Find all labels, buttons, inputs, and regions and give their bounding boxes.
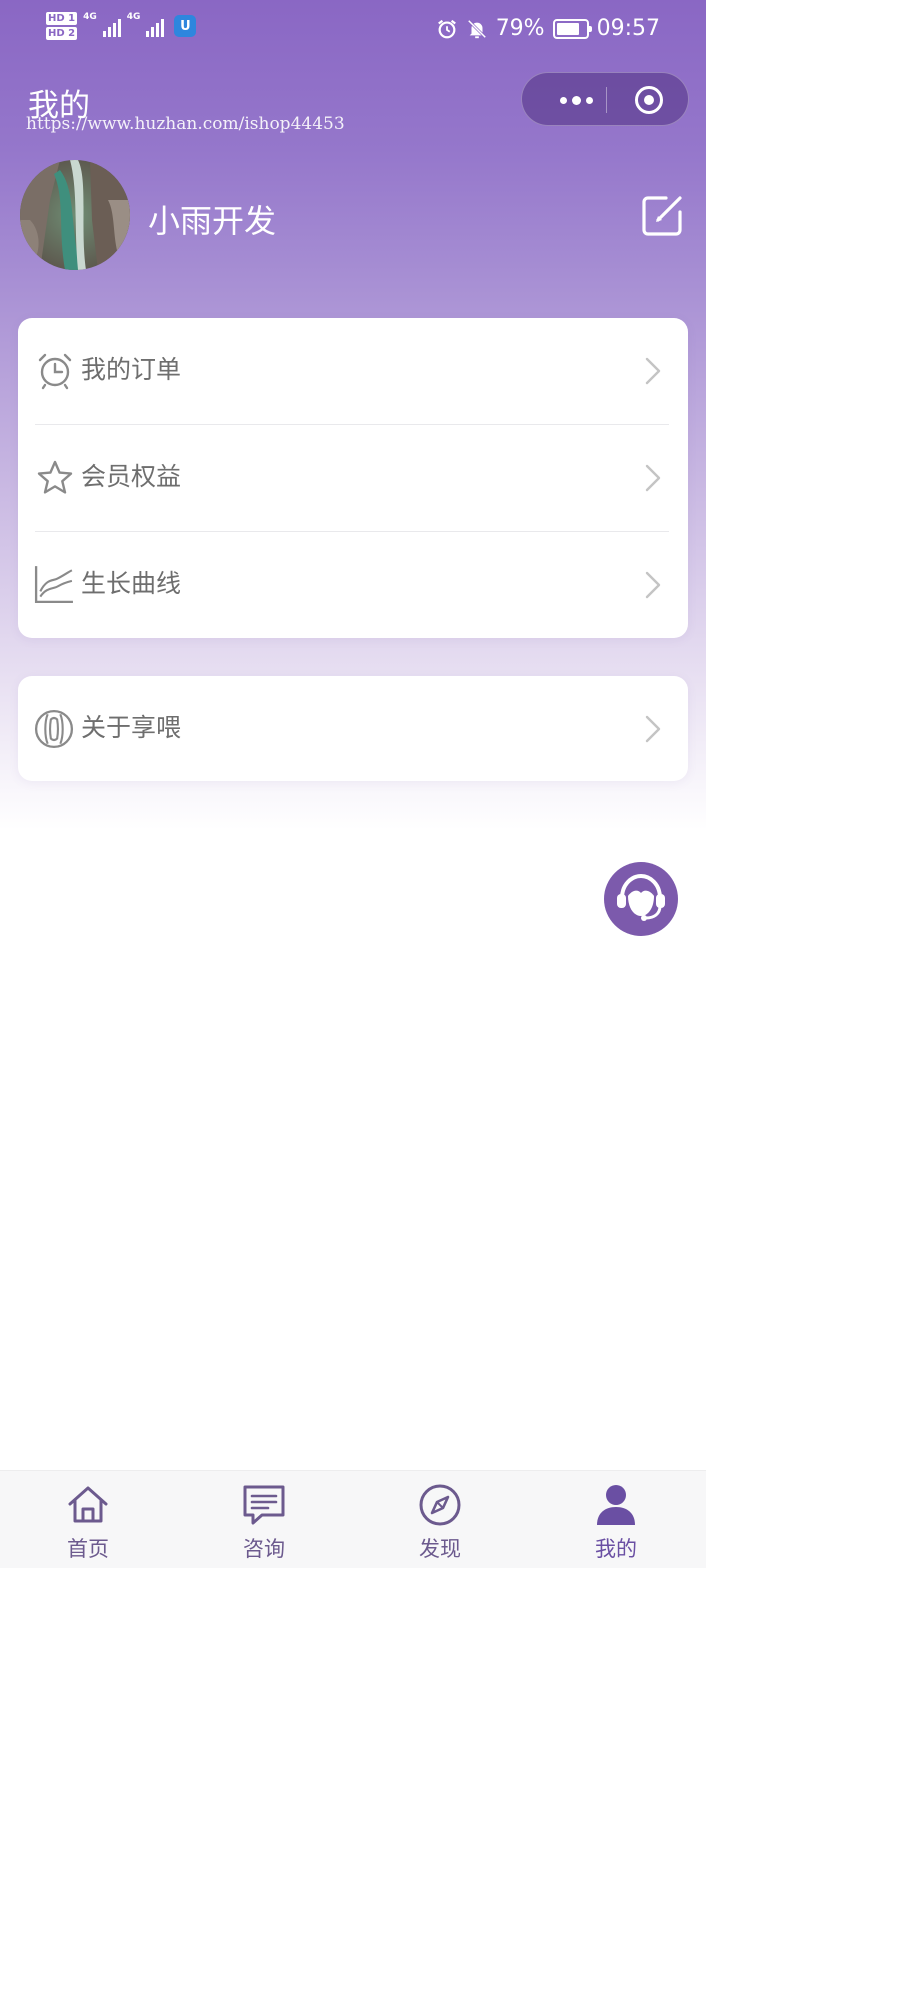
about-card: 关于享喂: [18, 676, 688, 781]
user-icon: [597, 1485, 635, 1525]
brand-logo-icon: [34, 709, 74, 749]
chevron-right-icon: [645, 571, 661, 599]
menu-item-growth-curve[interactable]: 生长曲线: [18, 532, 688, 638]
edit-profile-icon[interactable]: [640, 192, 686, 238]
more-dot-icon: [585, 96, 593, 104]
alarm-icon: [437, 19, 456, 38]
chevron-right-icon: [645, 357, 661, 385]
sim1-label: HD 1: [46, 12, 78, 25]
signal-strength-1-icon: [102, 15, 121, 37]
avatar[interactable]: [20, 160, 130, 270]
growth-chart-icon: [34, 566, 73, 604]
tab-label: 咨询: [243, 1537, 285, 1561]
menu-item-orders[interactable]: 我的订单: [18, 318, 688, 424]
tab-label: 首页: [67, 1537, 109, 1561]
home-icon: [68, 1486, 108, 1523]
compass-icon: [419, 1484, 461, 1526]
menu-item-label: 我的订单: [81, 355, 182, 384]
status-bar: HD 1 HD 2 4G 4G U 79% 09:57: [0, 0, 706, 62]
more-button[interactable]: [546, 73, 606, 127]
tab-mine[interactable]: 我的: [556, 1471, 676, 1569]
star-icon: [37, 460, 73, 494]
menu-item-label: 生长曲线: [81, 569, 182, 598]
mute-bell-icon: [467, 19, 486, 38]
tab-label: 我的: [595, 1537, 637, 1561]
sim2-label: HD 2: [46, 27, 78, 40]
headset-agent-icon: [617, 873, 665, 921]
battery-icon: [552, 18, 592, 39]
signal-strength-2-icon: [146, 15, 165, 37]
sim-indicators: HD 1 HD 2: [46, 12, 78, 40]
username: 小雨开发: [148, 202, 277, 240]
more-dot-icon: [571, 95, 581, 105]
menu-card: 我的订单 会员权益 生长曲线: [18, 318, 688, 638]
clock: 09:57: [596, 16, 660, 41]
alarm-clock-icon: [38, 353, 72, 390]
network-type-1: 4G: [83, 12, 97, 22]
tab-label: 发现: [419, 1537, 461, 1561]
close-miniprogram-button[interactable]: [634, 85, 664, 115]
watermark-text: https://www.huzhan.com/ishop44453: [26, 114, 345, 134]
tab-discover[interactable]: 发现: [380, 1471, 500, 1569]
customer-service-button[interactable]: [604, 862, 678, 936]
menu-item-membership[interactable]: 会员权益: [18, 425, 688, 531]
menu-item-about[interactable]: 关于享喂: [18, 676, 688, 782]
menu-item-label: 会员权益: [81, 462, 182, 491]
menu-item-label: 关于享喂: [81, 713, 182, 742]
avatar-photo: [20, 160, 130, 270]
tab-bar: 首页 咨询 发现 我的: [0, 1470, 706, 1568]
network-type-2: 4G: [126, 12, 141, 22]
tab-home[interactable]: 首页: [28, 1471, 148, 1569]
chat-icon: [243, 1485, 285, 1525]
chevron-right-icon: [645, 464, 661, 492]
tab-consult[interactable]: 咨询: [204, 1471, 324, 1569]
miniprogram-capsule: [521, 72, 689, 126]
battery-percent: 79%: [495, 16, 545, 41]
chevron-right-icon: [645, 715, 661, 743]
capsule-divider: [606, 87, 607, 113]
more-dot-icon: [559, 96, 567, 104]
app-notification-icon: U: [174, 15, 197, 37]
